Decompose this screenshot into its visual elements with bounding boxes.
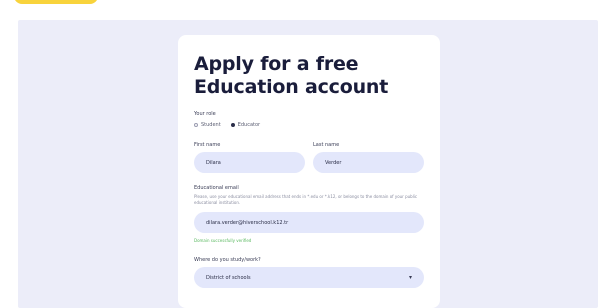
chevron-down-icon[interactable]: ▾ — [409, 274, 412, 281]
study-label: Where do you study/work? — [194, 257, 261, 263]
role-radio-group: Student Educator — [194, 122, 424, 128]
role-option-educator[interactable]: Educator — [230, 122, 261, 128]
name-fields-row: First name Dilara Last name Verder — [194, 142, 424, 173]
last-name-label: Last name — [313, 142, 340, 148]
brand-logo[interactable] — [14, 0, 98, 4]
study-select-value[interactable]: District of schools — [194, 267, 424, 288]
email-help-text: Please, use your educational email addre… — [194, 194, 418, 205]
email-status-text: Domain successfully verified — [194, 238, 252, 243]
study-select[interactable]: District of schools ▾ — [194, 267, 424, 288]
role-option-student-label: Student — [201, 122, 221, 128]
role-option-student[interactable]: Student — [194, 122, 221, 128]
first-name-input[interactable]: Dilara — [194, 152, 305, 173]
form-title-line-2: Education account — [194, 76, 389, 98]
email-label: Educational email — [194, 185, 239, 191]
form-title: Apply for a free Education account — [194, 53, 424, 99]
first-name-group: First name Dilara — [194, 142, 305, 173]
last-name-group: Last name Verder — [313, 142, 424, 173]
first-name-label: First name — [194, 142, 221, 148]
form-title-line-1: Apply for a free — [194, 53, 359, 75]
application-form-card: Apply for a free Education account Your … — [178, 35, 440, 308]
last-name-input[interactable]: Verder — [313, 152, 424, 173]
role-label: Your role — [194, 111, 216, 117]
radio-button-educator[interactable] — [230, 123, 235, 127]
role-option-educator-label: Educator — [237, 122, 261, 128]
email-input[interactable]: dilara.verder@hiverschool.k12.tr — [194, 212, 424, 233]
radio-button-student[interactable] — [194, 123, 198, 127]
